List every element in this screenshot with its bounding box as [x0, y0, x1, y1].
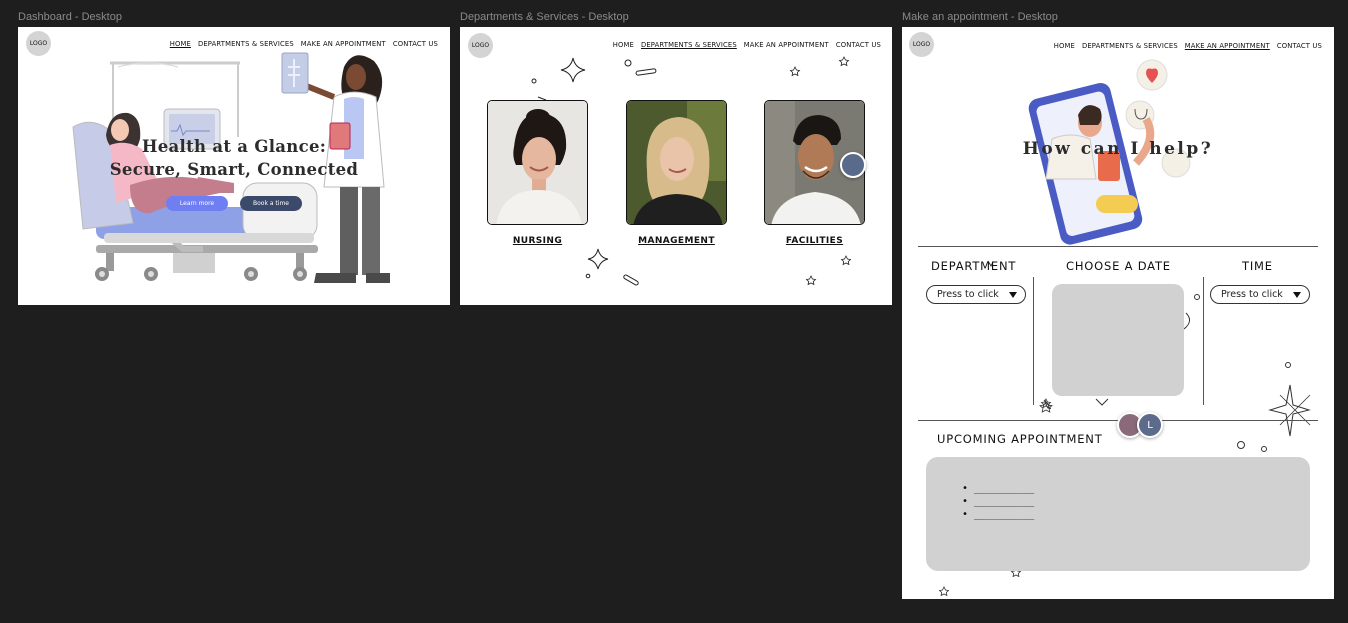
- dashboard-frame[interactable]: LOGO HOME DEPARTMENTS & SERVICES MAKE AN…: [18, 27, 450, 305]
- nursing-portrait-image: [488, 101, 587, 224]
- date-heading: CHOOSE A DATE: [1066, 259, 1171, 273]
- time-dropdown[interactable]: Press to click: [1210, 285, 1310, 304]
- upcoming-heading: UPCOMING APPOINTMENT: [937, 432, 1103, 446]
- date-picker[interactable]: [1052, 284, 1184, 396]
- management-photo-card[interactable]: [626, 100, 727, 225]
- divider: [1033, 277, 1034, 405]
- management-link[interactable]: MANAGEMENT: [626, 236, 727, 246]
- list-item[interactable]: __________: [962, 482, 1034, 495]
- department-dropdown-value: Press to click: [937, 289, 999, 300]
- list-item[interactable]: __________: [962, 508, 1034, 521]
- caret-down-icon: [1009, 292, 1017, 298]
- time-heading: TIME: [1242, 259, 1273, 273]
- nursing-photo-card[interactable]: [487, 100, 588, 225]
- hero-title: Health at a Glance: Secure, Smart, Conne…: [18, 135, 450, 181]
- department-dropdown[interactable]: Press to click: [926, 285, 1026, 304]
- time-dropdown-value: Press to click: [1221, 289, 1283, 300]
- hero-title-line-2: Secure, Smart, Connected: [109, 160, 359, 179]
- frame-label-dashboard[interactable]: Dashboard - Desktop: [18, 11, 122, 23]
- collaborator-avatar-initial: L: [1137, 412, 1163, 438]
- nursing-link[interactable]: NURSING: [487, 236, 588, 246]
- departments-frame[interactable]: LOGO HOME DEPARTMENTS & SERVICES MAKE AN…: [460, 27, 892, 305]
- design-canvas: Dashboard - Desktop LOGO HOME DEPARTMENT…: [0, 0, 1348, 623]
- divider: [1203, 277, 1204, 405]
- appointment-list: __________ __________ __________: [962, 482, 1034, 521]
- frame-label-departments[interactable]: Departments & Services - Desktop: [460, 11, 629, 23]
- appointment-frame[interactable]: LOGO HOME DEPARTMENTS & SERVICES MAKE AN…: [902, 27, 1334, 599]
- collaborator-avatar: [840, 152, 866, 178]
- frame-label-appointment[interactable]: Make an appointment - Desktop: [902, 11, 1058, 23]
- divider: [918, 246, 1318, 247]
- help-title: How can I help?: [1022, 139, 1214, 159]
- caret-down-icon: [1293, 292, 1301, 298]
- facilities-link[interactable]: FACILITIES: [764, 236, 865, 246]
- management-portrait-image: [627, 101, 726, 224]
- book-time-button[interactable]: Book a time: [240, 196, 302, 211]
- learn-more-button[interactable]: Learn more: [166, 196, 228, 211]
- department-heading: DEPARTMENT: [931, 259, 1017, 273]
- list-item[interactable]: __________: [962, 495, 1034, 508]
- hero-title-line-1: Health at a Glance:: [141, 137, 327, 156]
